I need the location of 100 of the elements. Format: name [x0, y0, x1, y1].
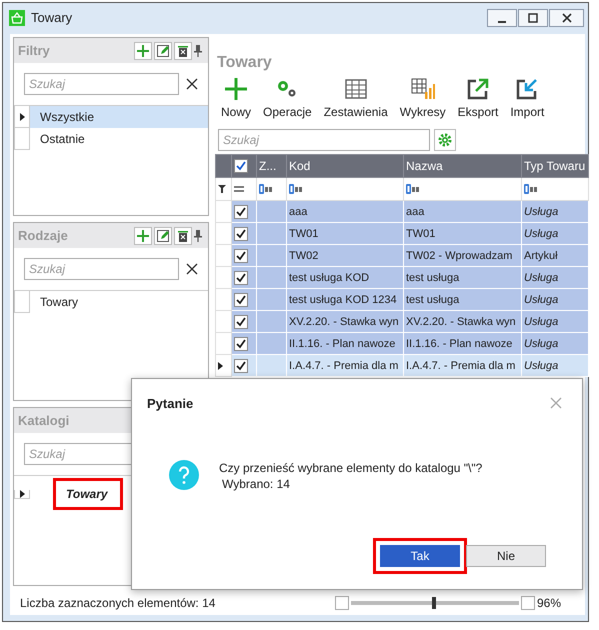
close-icon	[550, 396, 562, 409]
table-cell: Usługa	[522, 354, 588, 376]
close-button[interactable]	[549, 9, 584, 27]
plus-icon	[136, 228, 150, 242]
import-icon	[515, 77, 540, 101]
table-cell: test usługa KOD 1234	[286, 288, 404, 310]
table-cell: Usługa	[522, 332, 588, 354]
slider-thumb[interactable]	[432, 597, 436, 609]
text-filter-icon	[406, 184, 420, 194]
edit-button[interactable]	[154, 226, 172, 244]
edit-button[interactable]	[154, 42, 172, 60]
text-filter-icon	[524, 184, 538, 194]
table-cell: TW02 - Wprowadzam	[404, 244, 522, 266]
table-cell: I.A.4.7. - Premia dla m	[404, 354, 522, 376]
table-cell: TW02	[286, 244, 404, 266]
table-cell: TW01	[286, 222, 404, 244]
search-field[interactable]: Szukaj	[218, 129, 430, 151]
table-row[interactable]: test usługa KOD 1234 test usługa Usługa	[216, 288, 588, 310]
row-indicator-icon	[218, 362, 223, 370]
search-settings-button[interactable]	[434, 129, 456, 151]
zoom-in-button[interactable]	[521, 596, 535, 610]
tree-item[interactable]: Ostatnie	[30, 128, 208, 150]
add-button[interactable]	[134, 42, 152, 60]
delete-button[interactable]	[174, 226, 192, 244]
clear-icon	[186, 263, 198, 275]
panel-title: Filtry	[18, 42, 50, 60]
table-cell: XV.2.20. - Stawka wyn	[404, 310, 522, 332]
table-cell: Usługa	[522, 222, 588, 244]
table-row[interactable]: TW02 TW02 - Wprowadzam Artykuł	[216, 244, 588, 266]
table-cell: test usługa	[404, 266, 522, 288]
table-cell: test usługa	[404, 288, 522, 310]
trash-icon	[176, 44, 190, 58]
dialog-title: Pytanie	[147, 395, 194, 413]
checkbox[interactable]	[234, 226, 248, 241]
zoom-out-button[interactable]	[335, 596, 349, 610]
chart-icon	[410, 77, 435, 101]
tree-item[interactable]: Towary	[56, 481, 120, 507]
table-row[interactable]: XV.2.20. - Stawka wyn XV.2.20. - Stawka wyn Usługa	[216, 310, 588, 332]
column-header[interactable]: Typ Towaru	[522, 154, 588, 178]
export-button[interactable]: Eksport	[452, 77, 504, 121]
export-icon	[466, 77, 490, 101]
window-title: Towary	[31, 9, 72, 28]
checkbox[interactable]	[234, 314, 248, 329]
table-cell: aaa	[404, 200, 522, 222]
question-icon	[169, 460, 199, 490]
checkbox[interactable]	[234, 159, 248, 174]
filter-icon	[218, 185, 226, 194]
gear-icon	[438, 133, 452, 147]
delete-button[interactable]	[174, 42, 192, 60]
pin-icon[interactable]	[194, 44, 202, 56]
zoom-reading: 96%	[537, 595, 562, 612]
row-indicator-icon	[20, 112, 24, 120]
table-cell: II.1.16. - Plan nawoze	[404, 332, 522, 354]
pin-icon[interactable]	[194, 230, 202, 242]
app-icon	[9, 10, 25, 26]
table-row[interactable]: test usługa KOD test usługa Usługa	[216, 266, 588, 288]
table-cell: XV.2.20. - Stawka wyn	[286, 310, 404, 332]
table-icon	[344, 77, 368, 101]
table-cell: aaa	[286, 200, 404, 222]
edit-icon	[156, 228, 170, 242]
close-icon	[562, 13, 572, 23]
search-field[interactable]: Szukaj	[24, 258, 179, 280]
maximize-button[interactable]	[518, 9, 548, 27]
checkbox[interactable]	[234, 248, 248, 263]
table-cell: TW01	[404, 222, 522, 244]
table-button[interactable]: Zestawienia	[318, 77, 394, 121]
import-button[interactable]: Import	[504, 77, 550, 121]
edit-icon	[156, 44, 170, 58]
column-header[interactable]: Z...	[256, 154, 286, 178]
maximize-icon	[528, 13, 538, 23]
text-filter-icon	[289, 184, 303, 194]
checkbox[interactable]	[234, 204, 248, 219]
table-row[interactable]: II.1.16. - Plan nawoze II.1.16. - Plan nawoze Usługa	[216, 332, 588, 354]
panel-title: Katalogi	[18, 412, 70, 430]
table-row[interactable]: aaa aaa Usługa	[216, 200, 588, 222]
checkbox[interactable]	[234, 270, 248, 285]
column-header[interactable]: Nazwa	[404, 154, 522, 178]
checkbox[interactable]	[234, 358, 248, 373]
plus-button[interactable]: Nowy	[215, 77, 258, 121]
table-cell: Artykuł	[522, 244, 588, 266]
status-text: Liczba zaznaczonych elementów: 14	[20, 595, 216, 612]
search-field[interactable]: Szukaj	[24, 73, 179, 95]
table-cell: I.A.4.7. - Premia dla m	[286, 354, 404, 376]
cancel-button[interactable]: Nie	[466, 545, 546, 567]
add-button[interactable]	[134, 226, 152, 244]
table-cell: Usługa	[522, 200, 588, 222]
section-title: Towary	[216, 53, 273, 73]
checkbox[interactable]	[234, 336, 248, 351]
minimize-icon	[498, 20, 506, 22]
panel-title: Rodzaje	[18, 226, 68, 245]
table-row[interactable]: I.A.4.7. - Premia dla m I.A.4.7. - Premia dla m Usługa	[216, 354, 588, 376]
tree-item[interactable]: Towary	[30, 291, 208, 313]
tree-item[interactable]: Wszystkie	[30, 106, 208, 128]
dialog-message: Czy przenieść wybrane elementy do katalogu "\"?	[219, 460, 482, 476]
column-header[interactable]: Kod	[286, 154, 404, 178]
checkbox[interactable]	[234, 292, 248, 307]
gears-button[interactable]: Operacje	[257, 77, 318, 121]
minimize-button[interactable]	[487, 9, 517, 27]
table-row[interactable]: TW01 TW01 Usługa	[216, 222, 588, 244]
chart-button[interactable]: Wykresy	[394, 77, 452, 121]
